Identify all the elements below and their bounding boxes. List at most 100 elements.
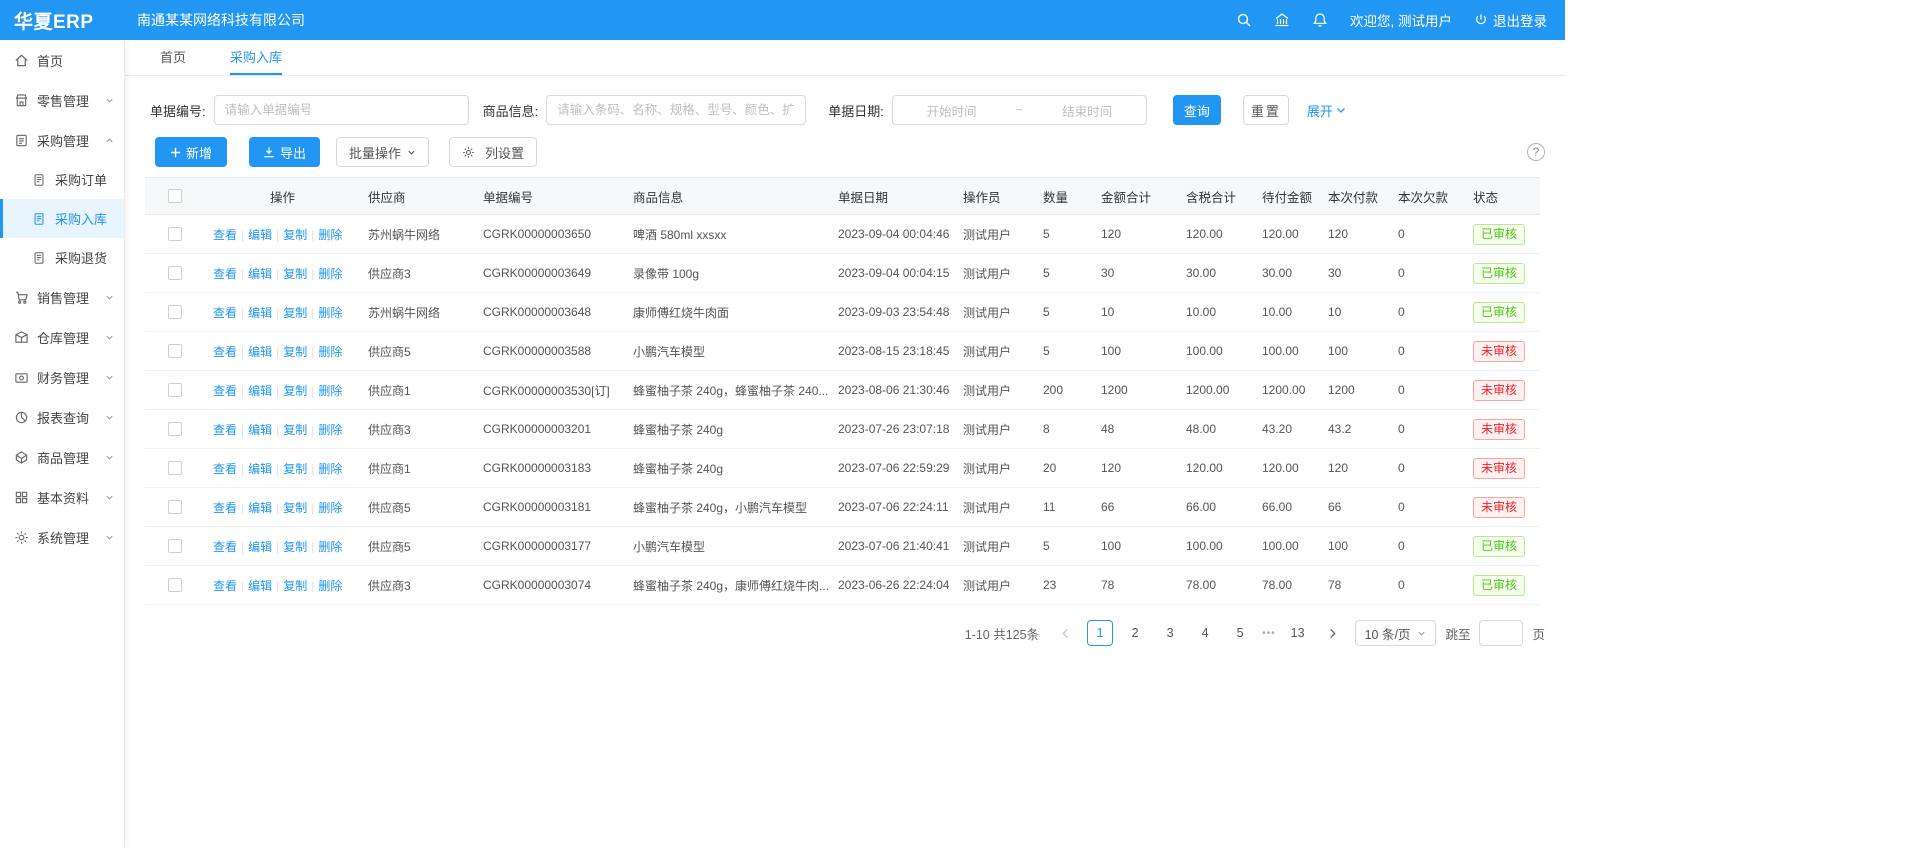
edit-link[interactable]: 编辑 [248,384,272,398]
select-all-checkbox[interactable] [168,189,182,203]
page-button-1[interactable]: 1 [1087,620,1113,646]
row-checkbox[interactable] [168,305,182,319]
bank-icon[interactable] [1274,12,1290,28]
doc-no-cell: CGRK00000003648 [475,293,625,332]
delete-link[interactable]: 删除 [318,501,342,515]
page-button-13[interactable]: 13 [1285,620,1311,646]
sidebar-item-retail[interactable]: 零售管理 [0,80,124,120]
sidebar-item-purchase-return[interactable]: 采购退货 [0,238,124,277]
prev-page-button[interactable] [1052,620,1078,646]
edit-link[interactable]: 编辑 [248,540,272,554]
view-link[interactable]: 查看 [213,462,237,476]
doc-no-input[interactable] [214,95,469,125]
view-link[interactable]: 查看 [213,306,237,320]
tab-home[interactable]: 首页 [160,40,186,75]
copy-link[interactable]: 复制 [283,501,307,515]
sidebar-item-sales[interactable]: 销售管理 [0,277,124,317]
edit-link[interactable]: 编辑 [248,462,272,476]
logout-button[interactable]: 退出登录 [1474,10,1547,30]
row-checkbox[interactable] [168,539,182,553]
view-link[interactable]: 查看 [213,345,237,359]
copy-link[interactable]: 复制 [283,228,307,242]
help-icon[interactable]: ? [1527,143,1545,161]
copy-link[interactable]: 复制 [283,306,307,320]
edit-link[interactable]: 编辑 [248,423,272,437]
sidebar-item-finance[interactable]: 财务管理 [0,357,124,397]
column-settings-button[interactable]: 列设置 [449,137,537,167]
page-button-2[interactable]: 2 [1122,620,1148,646]
tab-purchase-inbound[interactable]: 采购入库 [230,40,282,75]
pagination-ellipsis[interactable]: ••• [1262,628,1276,639]
edit-link[interactable]: 编辑 [248,306,272,320]
delete-link[interactable]: 删除 [318,228,342,242]
reset-button[interactable]: 重置 [1243,95,1289,125]
sidebar-item-home[interactable]: 首页 [0,40,124,80]
row-checkbox[interactable] [168,422,182,436]
copy-link[interactable]: 复制 [283,540,307,554]
delete-link[interactable]: 删除 [318,306,342,320]
batch-label: 批量操作 [349,143,401,162]
copy-link[interactable]: 复制 [283,267,307,281]
view-link[interactable]: 查看 [213,228,237,242]
add-button[interactable]: 新增 [155,137,227,167]
sidebar-item-system[interactable]: 系统管理 [0,517,124,557]
edit-link[interactable]: 编辑 [248,579,272,593]
supplier-cell: 供应商5 [360,488,475,527]
edit-link[interactable]: 编辑 [248,228,272,242]
row-checkbox[interactable] [168,344,182,358]
debt-cell: 0 [1390,371,1465,410]
view-link[interactable]: 查看 [213,267,237,281]
sidebar-item-purchase[interactable]: 采购管理 [0,120,124,160]
start-date-placeholder[interactable]: 开始时间 [893,101,1011,120]
batch-operations-button[interactable]: 批量操作 [336,137,429,167]
copy-link[interactable]: 复制 [283,462,307,476]
delete-link[interactable]: 删除 [318,345,342,359]
row-checkbox[interactable] [168,500,182,514]
edit-link[interactable]: 编辑 [248,501,272,515]
sidebar-item-reports[interactable]: 报表查询 [0,397,124,437]
sidebar-item-warehouse[interactable]: 仓库管理 [0,317,124,357]
delete-link[interactable]: 删除 [318,267,342,281]
columns-label: 列设置 [485,143,524,162]
row-checkbox[interactable] [168,578,182,592]
delete-link[interactable]: 删除 [318,384,342,398]
edit-link[interactable]: 编辑 [248,267,272,281]
jump-page-input[interactable] [1479,620,1523,646]
sidebar-item-basedata[interactable]: 基本资料 [0,477,124,517]
copy-link[interactable]: 复制 [283,345,307,359]
end-date-placeholder[interactable]: 结束时间 [1028,101,1146,120]
row-checkbox[interactable] [168,227,182,241]
row-checkbox[interactable] [168,461,182,475]
copy-link[interactable]: 复制 [283,579,307,593]
view-link[interactable]: 查看 [213,501,237,515]
edit-link[interactable]: 编辑 [248,345,272,359]
delete-link[interactable]: 删除 [318,423,342,437]
next-page-button[interactable] [1320,620,1346,646]
page-size-select[interactable]: 10 条/页 [1355,620,1437,646]
page-button-4[interactable]: 4 [1192,620,1218,646]
copy-link[interactable]: 复制 [283,423,307,437]
sidebar-item-purchase-order[interactable]: 采购订单 [0,160,124,199]
expand-filters-link[interactable]: 展开 [1307,101,1346,120]
row-checkbox[interactable] [168,383,182,397]
link-separator: | [276,345,279,359]
bell-icon[interactable] [1312,12,1328,28]
date-range-picker[interactable]: 开始时间 ~ 结束时间 [892,95,1147,125]
view-link[interactable]: 查看 [213,579,237,593]
copy-link[interactable]: 复制 [283,384,307,398]
sidebar-item-purchase-inbound[interactable]: 采购入库 [0,199,124,238]
delete-link[interactable]: 删除 [318,579,342,593]
view-link[interactable]: 查看 [213,423,237,437]
row-checkbox[interactable] [168,266,182,280]
delete-link[interactable]: 删除 [318,462,342,476]
view-link[interactable]: 查看 [213,384,237,398]
page-button-5[interactable]: 5 [1227,620,1253,646]
search-button[interactable]: 查询 [1173,95,1221,125]
page-button-3[interactable]: 3 [1157,620,1183,646]
export-button[interactable]: 导出 [249,137,320,167]
product-info-input[interactable] [546,95,806,125]
delete-link[interactable]: 删除 [318,540,342,554]
search-icon[interactable] [1236,12,1252,28]
sidebar-item-goods[interactable]: 商品管理 [0,437,124,477]
view-link[interactable]: 查看 [213,540,237,554]
